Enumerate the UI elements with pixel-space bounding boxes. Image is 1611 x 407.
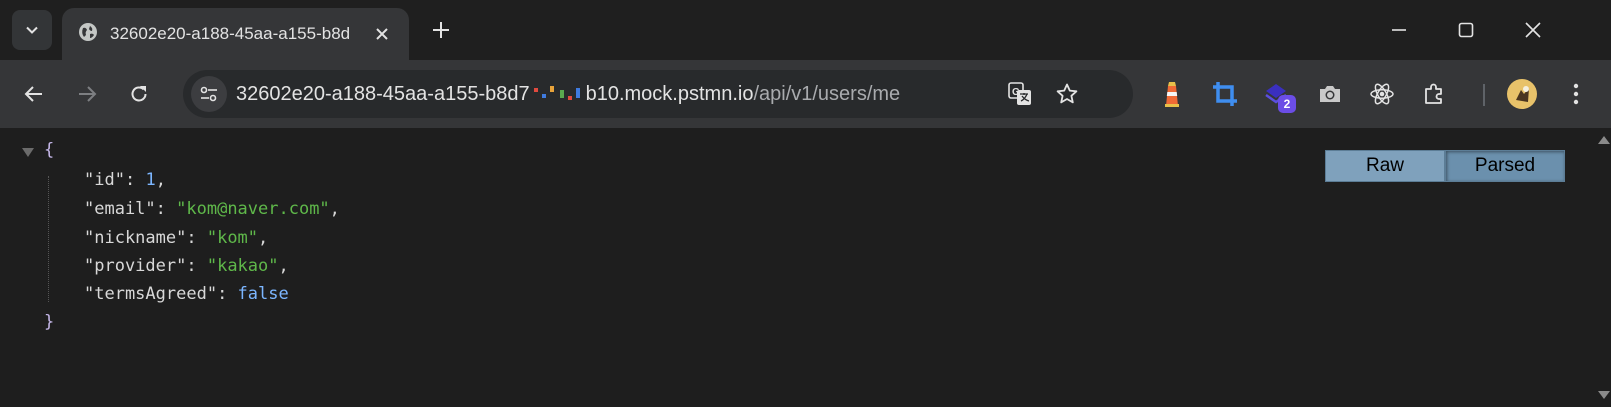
vertical-scrollbar[interactable]	[1595, 128, 1611, 407]
browser-toolbar: 32602e20-a188-45aa-a155-b8d7 b10.mock.pst…	[0, 60, 1611, 128]
browser-menu-button[interactable]	[1556, 74, 1596, 114]
url-prefix: 32602e20-a188-45aa-a155-b8d7	[236, 83, 530, 105]
tab-search-button[interactable]	[12, 10, 52, 50]
forward-button[interactable]	[67, 74, 107, 114]
parsed-button[interactable]: Parsed	[1445, 150, 1565, 182]
json-key: "nickname"	[84, 228, 187, 248]
redacted-block	[530, 84, 586, 102]
chevron-down-icon	[26, 26, 38, 34]
url-text[interactable]: 32602e20-a188-45aa-a155-b8d7 b10.mock.pst…	[236, 83, 900, 106]
crop-icon	[1213, 82, 1237, 106]
globe-icon	[79, 23, 97, 41]
json-key: "termsAgreed"	[84, 284, 218, 304]
json-key: "id"	[84, 170, 125, 190]
close-icon	[376, 28, 388, 40]
tab-close-button[interactable]	[368, 20, 396, 48]
bookmark-button[interactable]	[1051, 78, 1083, 110]
json-value: "kom"	[206, 228, 259, 248]
json-field-email: "email": "kom@naver.com",	[84, 199, 340, 219]
json-field-nickname: "nickname": "kom",	[84, 228, 269, 248]
scroll-down-arrow-icon[interactable]	[1598, 391, 1610, 399]
json-key: "email"	[84, 199, 156, 219]
url-host: b10.mock.pstmn.io	[585, 83, 754, 105]
tab-strip: 32602e20-a188-45aa-a155-b8d	[0, 0, 1611, 60]
json-value: false	[237, 284, 289, 304]
scroll-up-arrow-icon[interactable]	[1598, 136, 1610, 144]
tab-active[interactable]: 32602e20-a188-45aa-a155-b8d	[62, 8, 409, 60]
minimize-icon	[1392, 29, 1406, 31]
maximize-icon	[1458, 22, 1474, 38]
extensions-menu-button[interactable]	[1414, 74, 1454, 114]
extension-react-devtools[interactable]	[1362, 74, 1402, 114]
tab-title: 32602e20-a188-45aa-a155-b8d	[110, 24, 351, 43]
reload-button[interactable]	[119, 74, 159, 114]
avatar	[1507, 79, 1537, 109]
window-close-button[interactable]	[1513, 12, 1553, 48]
minimize-button[interactable]	[1379, 12, 1419, 48]
collapse-toggle-icon[interactable]	[22, 148, 34, 157]
new-tab-button[interactable]	[425, 14, 457, 46]
json-field-id: "id": 1,	[84, 170, 166, 190]
extension-lighthouse[interactable]	[1152, 74, 1192, 114]
json-field-termsagreed: "termsAgreed": false	[84, 284, 289, 304]
json-viewer: { "id": 1, "email": "kom@naver.com", "ni…	[0, 128, 1500, 407]
site-info-button[interactable]	[191, 76, 227, 112]
json-key: "provider"	[84, 256, 187, 276]
tune-icon	[200, 86, 217, 102]
back-button[interactable]	[14, 74, 54, 114]
camera-icon	[1320, 86, 1340, 102]
more-vert-icon	[1573, 83, 1579, 105]
page-content: { "id": 1, "email": "kom@naver.com", "ni…	[0, 128, 1595, 407]
translate-icon: G	[1008, 82, 1031, 105]
url-path: /api/v1/users/me	[753, 83, 901, 105]
close-icon	[1525, 22, 1541, 38]
react-icon	[1370, 83, 1394, 105]
json-close-brace: }	[44, 312, 55, 332]
puzzle-icon	[1425, 83, 1442, 104]
arrow-right-icon	[79, 86, 97, 102]
extension-badge: 2	[1278, 95, 1296, 113]
star-icon	[1056, 83, 1078, 104]
view-mode-toggle: Raw Parsed	[1325, 150, 1565, 182]
svg-text:G: G	[1012, 87, 1020, 98]
lighthouse-icon	[1165, 82, 1179, 107]
json-field-provider: "provider": "kakao",	[84, 256, 289, 276]
extension-crop[interactable]	[1205, 74, 1245, 114]
extension-camera[interactable]	[1310, 74, 1350, 114]
address-bar[interactable]: 32602e20-a188-45aa-a155-b8d7 b10.mock.pst…	[183, 70, 1133, 118]
json-value: "kom@naver.com"	[176, 199, 330, 219]
maximize-button[interactable]	[1446, 12, 1486, 48]
toolbar-divider	[1483, 84, 1485, 106]
profile-button[interactable]	[1502, 74, 1542, 114]
reload-icon	[131, 86, 147, 102]
json-open-brace: {	[44, 140, 55, 160]
plus-icon	[433, 22, 449, 38]
json-value: "kakao"	[206, 256, 279, 276]
json-value: 1	[145, 170, 156, 190]
indent-guide	[48, 176, 49, 302]
arrow-left-icon	[24, 86, 42, 102]
extension-layers[interactable]: 2	[1257, 74, 1297, 114]
raw-button[interactable]: Raw	[1325, 150, 1445, 182]
translate-button[interactable]: G	[1004, 78, 1036, 110]
